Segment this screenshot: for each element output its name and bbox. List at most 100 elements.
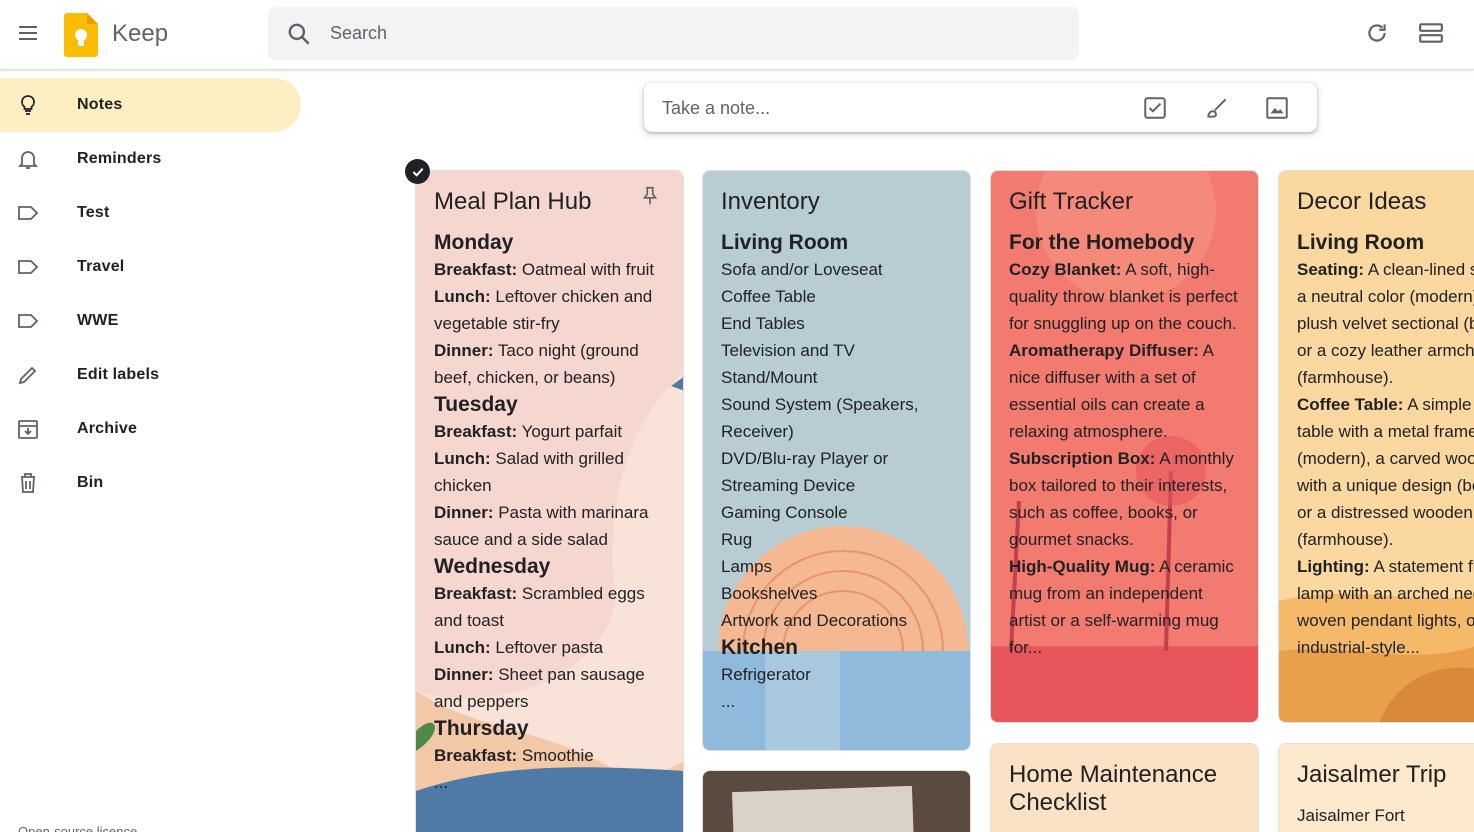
note-line: Dinner: Pasta with marinara [434, 503, 649, 522]
app-name[interactable]: Keep [112, 20, 168, 48]
note-line: (farmhouse). [1297, 368, 1394, 387]
note-line: or a cozy leather armcha [1297, 341, 1474, 360]
take-note-bar[interactable]: Take a note... [644, 83, 1317, 132]
note-line-key: Breakfast: [434, 260, 518, 279]
note-line-key: Lunch: [434, 287, 491, 306]
note-line: Dinner: Sheet pan sausage [434, 665, 645, 684]
note-line: Breakfast: Oatmeal with fruit [434, 260, 655, 279]
search-icon[interactable] [286, 21, 312, 47]
note-card-photo[interactable] [702, 770, 971, 832]
hamburger-menu-icon [19, 26, 37, 40]
take-note-placeholder: Take a note... [662, 98, 771, 118]
note-line-key: Dinner: [434, 341, 494, 360]
note-line: ... [721, 692, 736, 711]
pencil-icon [18, 366, 37, 385]
sidebar-item-travel[interactable]: Travel [0, 240, 301, 294]
top-app-bar: Keep [0, 0, 1474, 70]
note-line: and peppers [434, 692, 529, 711]
sidebar-item-edit-labels[interactable]: Edit labels [0, 348, 301, 402]
note-line: with a unique design (bo [1297, 476, 1474, 495]
note-line: or a distressed wooden [1297, 503, 1473, 522]
note-line: Coffee Table: A simple [1297, 395, 1472, 414]
sidebar-item-label: Bin [77, 474, 104, 491]
sidebar-item-label: Edit labels [77, 366, 160, 383]
main-menu-button[interactable] [8, 13, 48, 53]
note-card-inventory[interactable]: Inventory Living Room Sofa and/or Lovesea… [702, 170, 971, 751]
note-line: Dinner: Taco night (ground [434, 341, 639, 360]
note-body: For the Homebody Cozy Blanket: A soft, hi… [1009, 229, 1240, 661]
note-line: table with a metal frame [1297, 422, 1474, 441]
note-card-gift-tracker[interactable]: Gift Tracker For the Homebody Cozy Blanke… [990, 170, 1259, 723]
note-line: DVD/Blu-ray Player or [721, 449, 889, 468]
note-line: Cozy Blanket: A soft, high- [1009, 260, 1215, 279]
note-section-heading: Thursday [434, 717, 529, 740]
refresh-button[interactable] [1362, 18, 1392, 48]
note-line: for... [1009, 638, 1043, 657]
note-line: Breakfast: Yogurt parfait [434, 422, 623, 441]
note-line: beef, chicken, or beans) [434, 368, 616, 387]
note-line: Receiver) [721, 422, 794, 441]
sidebar-item-bin[interactable]: Bin [0, 456, 301, 510]
note-title: Gift Tracker [1009, 188, 1134, 215]
sidebar-item-test[interactable]: Test [0, 186, 301, 240]
note-line-key: Seating: [1297, 260, 1365, 279]
note-line: industrial-style... [1297, 638, 1420, 657]
note-line: chicken [434, 476, 492, 495]
note-title: Meal Plan Hub [434, 188, 592, 215]
note-card-home-maintenance[interactable]: Home Maintenance Checklist [990, 743, 1259, 832]
note-line: gourmet snacks. [1009, 530, 1134, 549]
note-line-key: Subscription Box: [1009, 449, 1156, 468]
note-card-meal-plan[interactable]: Meal Plan Hub Monday Breakfast: Oatmeal w… [415, 170, 684, 832]
new-drawing-brush-icon[interactable] [1204, 95, 1230, 121]
list-view-button[interactable] [1416, 18, 1446, 48]
note-line-key: Lunch: [434, 449, 491, 468]
trash-icon [21, 473, 35, 493]
note-section-heading: Kitchen [721, 636, 799, 659]
note-line: Seating: A clean-lined s [1297, 260, 1474, 279]
sidebar-item-wwe[interactable]: WWE [0, 294, 301, 348]
note-line: Lunch: Leftover chicken and [434, 287, 653, 306]
new-image-icon[interactable] [1264, 95, 1290, 121]
note-line: Lamps [721, 557, 773, 576]
sidebar-item-notes[interactable]: Notes [0, 78, 301, 132]
note-body: Living Room Sofa and/or Loveseat Coffee Ta… [721, 229, 952, 715]
note-line: Lighting: A statement fl [1297, 557, 1474, 576]
note-line: plush velvet sectional (b [1297, 314, 1474, 333]
note-section-heading: Tuesday [434, 393, 518, 416]
note-line: box tailored to their interests, [1009, 476, 1228, 495]
note-line: Refrigerator [721, 665, 811, 684]
sidebar: Notes Reminders Test Travel WWE Edit lab… [0, 78, 310, 510]
note-line-key: Aromatherapy Diffuser: [1009, 341, 1199, 360]
sidebar-item-reminders[interactable]: Reminders [0, 132, 301, 186]
search-bar[interactable] [268, 7, 1079, 60]
note-line-key: Cozy Blanket: [1009, 260, 1122, 279]
note-body: Living Room Seating: A clean-lined s a neu… [1297, 229, 1474, 661]
sidebar-item-label: WWE [77, 312, 119, 329]
sidebar-item-label: Travel [77, 258, 125, 275]
note-line: (farmhouse). [1297, 530, 1394, 549]
note-title: Decor Ideas [1297, 188, 1427, 215]
note-line: Lunch: Salad with grilled [434, 449, 624, 468]
note-section-heading: Living Room [721, 231, 849, 254]
note-card-decor-ideas[interactable]: Decor Ideas Living Room Seating: A clean-… [1278, 170, 1474, 723]
sidebar-item-archive[interactable]: Archive [0, 402, 301, 456]
note-section-heading: For the Homebody [1009, 231, 1195, 254]
note-line: Gaming Console [721, 503, 848, 522]
note-select-checkmark[interactable] [405, 159, 430, 184]
list-view-icon [1419, 23, 1443, 43]
archive-icon [18, 420, 38, 439]
note-line: quality throw blanket is perfect [1009, 287, 1238, 306]
new-list-checkbox-icon[interactable] [1142, 95, 1168, 121]
search-input[interactable] [330, 7, 1030, 60]
open-source-licence-link[interactable]: Open-source licence [18, 824, 137, 832]
note-line: and toast [434, 611, 504, 630]
refresh-icon [1368, 24, 1386, 42]
note-card-jaisalmer-trip[interactable]: Jaisalmer Trip Jaisalmer Fort [1278, 743, 1474, 832]
note-line: lamp with an arched nec [1297, 584, 1474, 603]
note-line: Bookshelves [721, 584, 818, 603]
note-title: Home Maintenance Checklist [1009, 761, 1218, 816]
note-line-key: Dinner: [434, 503, 494, 522]
note-line: Rug [721, 530, 753, 549]
keep-logo-icon[interactable] [64, 13, 98, 57]
note-line-key: Breakfast: [434, 584, 518, 603]
